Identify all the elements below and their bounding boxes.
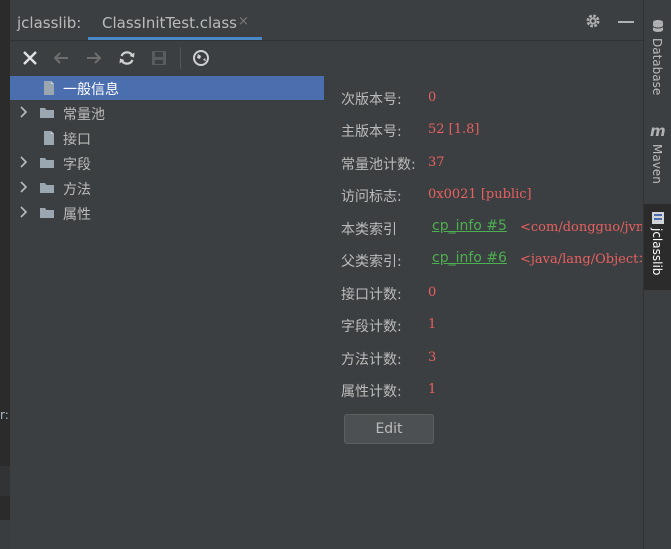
fields-count-label: 字段计数: [341, 319, 402, 335]
this-class-label: 本类索引 [341, 222, 397, 238]
minor-version-row: 次版本号: 0 [341, 86, 641, 108]
this-class-row: 本类索引 cp_info #5 <com/dongguo/jvm [341, 216, 642, 238]
attributes-count-label: 属性计数: [341, 384, 402, 400]
folder-icon [39, 155, 55, 171]
minimize-icon[interactable] [618, 21, 634, 23]
tree-item-label: 一般信息 [63, 82, 119, 98]
tab-close-icon[interactable]: × [238, 14, 249, 29]
this-class-link[interactable]: cp_info #5 [432, 218, 507, 234]
tree-item-attributes[interactable]: 属性 [10, 201, 324, 225]
class-structure-tree: 一般信息 常量池 接口 字段 方法 属性 [10, 76, 324, 549]
folder-icon [39, 105, 55, 121]
editor-edge-glyph: r: [0, 408, 9, 422]
methods-count-row: 方法计数: 3 [341, 346, 641, 368]
chevron-right-icon[interactable] [18, 156, 30, 168]
general-info-panel: 次版本号: 0 主版本号: 52 [1.8] 常量池计数: 37 访问标志: 0… [324, 76, 643, 549]
maven-icon: m [650, 122, 666, 140]
access-flags-label: 访问标志: [341, 189, 402, 205]
database-tool-button[interactable]: Database [644, 14, 671, 110]
tab-label: ClassInitTest.class [102, 14, 237, 32]
fields-count-value: 1 [428, 317, 437, 332]
super-class-label: 父类索引: [341, 254, 402, 270]
major-version-row: 主版本号: 52 [1.8] [341, 118, 641, 140]
database-tool-label: Database [650, 38, 664, 96]
jclasslib-icon [651, 210, 665, 224]
super-class-row: 父类索引: cp_info #6 <java/lang/Object> [341, 248, 642, 270]
chevron-right-icon[interactable] [18, 181, 30, 193]
tree-item-label: 属性 [63, 207, 91, 223]
access-flags-value: 0x0021 [public] [428, 187, 532, 202]
tree-item-label: 接口 [63, 132, 91, 148]
major-version-value: 52 [1.8] [428, 122, 480, 137]
refresh-icon[interactable] [118, 49, 136, 67]
folder-icon [39, 180, 55, 196]
jclasslib-tool-button[interactable]: jclasslib [644, 204, 671, 290]
access-flags-row: 访问标志: 0x0021 [public] [341, 183, 641, 205]
web-icon[interactable] [192, 49, 210, 67]
edit-button[interactable]: Edit [344, 414, 434, 444]
minor-version-value: 0 [428, 90, 437, 105]
file-icon [41, 80, 57, 96]
major-version-label: 主版本号: [341, 124, 402, 140]
interfaces-count-label: 接口计数: [341, 287, 402, 303]
database-icon [651, 18, 665, 32]
tree-item-label: 常量池 [63, 107, 105, 123]
toolbar-separator [180, 47, 181, 69]
close-icon[interactable] [21, 49, 39, 67]
maven-tool-label: Maven [650, 144, 664, 184]
chevron-right-icon[interactable] [18, 106, 30, 118]
file-icon [41, 130, 57, 146]
minor-version-label: 次版本号: [341, 92, 402, 108]
tree-item-label: 字段 [63, 157, 91, 173]
methods-count-value: 3 [428, 350, 437, 365]
jclasslib-tool-label: jclasslib [650, 228, 664, 276]
editor-edge: r: [0, 0, 10, 549]
tree-item-interfaces[interactable]: 接口 [10, 126, 324, 150]
tab-active-indicator [88, 37, 262, 40]
editor-edge-strip [0, 466, 10, 496]
chevron-right-icon[interactable] [18, 206, 30, 218]
super-class-ref: <java/lang/Object> [520, 252, 642, 267]
constant-pool-count-row: 常量池计数: 37 [341, 151, 641, 173]
super-class-link[interactable]: cp_info #6 [432, 250, 507, 266]
constant-pool-count-label: 常量池计数: [341, 157, 416, 173]
tree-item-constant-pool[interactable]: 常量池 [10, 101, 324, 125]
fields-count-row: 字段计数: 1 [341, 313, 641, 335]
tab-classinittest[interactable]: ClassInitTest.class × [88, 0, 262, 40]
maven-tool-button[interactable]: m Maven [644, 120, 671, 196]
tree-item-general-info[interactable]: 一般信息 [10, 76, 324, 100]
interfaces-count-value: 0 [428, 285, 437, 300]
tool-window-title: jclasslib: [17, 14, 82, 32]
save-icon[interactable] [150, 49, 168, 67]
this-class-ref: <com/dongguo/jvm [520, 220, 642, 235]
editor-edge-bar [0, 520, 10, 549]
attributes-count-value: 1 [428, 382, 437, 397]
methods-count-label: 方法计数: [341, 352, 402, 368]
tree-item-methods[interactable]: 方法 [10, 176, 324, 200]
attributes-count-row: 属性计数: 1 [341, 378, 641, 400]
tree-item-label: 方法 [63, 182, 91, 198]
toolbar [10, 41, 643, 76]
back-icon[interactable] [52, 49, 70, 67]
tree-item-fields[interactable]: 字段 [10, 151, 324, 175]
forward-icon[interactable] [85, 49, 103, 67]
interfaces-count-row: 接口计数: 0 [341, 281, 641, 303]
gear-icon[interactable] [584, 12, 602, 30]
folder-icon [39, 205, 55, 221]
tool-window-header: jclasslib: ClassInitTest.class × [10, 0, 643, 41]
right-tool-stripe: Database m Maven jclasslib [643, 0, 671, 549]
constant-pool-count-value: 37 [428, 155, 445, 170]
